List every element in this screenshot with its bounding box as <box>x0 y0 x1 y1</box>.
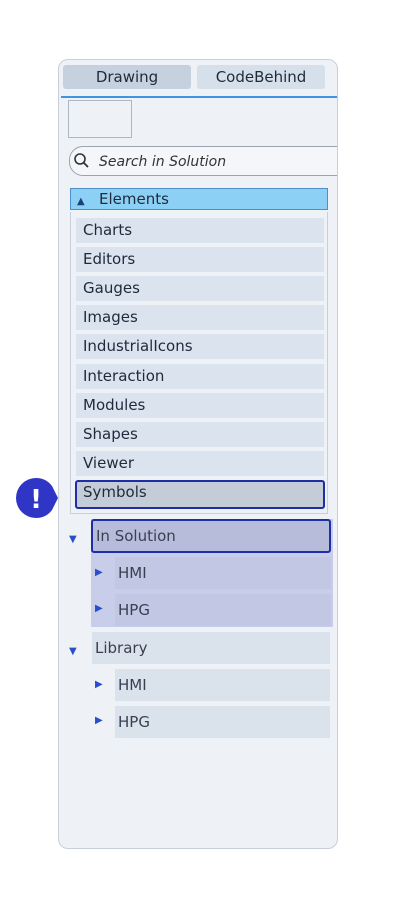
elements-list: Charts Editors Gauges Images IndustrialI… <box>70 212 328 514</box>
expand-right-icon[interactable]: ▶ <box>95 567 103 578</box>
search-icon <box>72 151 92 175</box>
expand-down-icon[interactable]: ▼ <box>69 646 77 657</box>
preview-thumbnail[interactable] <box>68 100 132 138</box>
list-item-viewer[interactable]: Viewer <box>76 451 324 476</box>
tree-item-library-hpg[interactable]: HPG <box>115 706 330 738</box>
elements-header-label: Elements <box>99 190 169 208</box>
list-item-shapes[interactable]: Shapes <box>76 422 324 447</box>
list-item-editors[interactable]: Editors <box>76 247 324 272</box>
alert-badge-glyph: ! <box>30 485 42 515</box>
expand-right-icon[interactable]: ▶ <box>95 715 103 726</box>
tree-item-in-solution-hpg[interactable]: HPG <box>115 594 331 626</box>
list-item-symbols[interactable]: Symbols <box>75 480 325 509</box>
list-item-charts[interactable]: Charts <box>76 218 324 243</box>
collapse-up-icon: ▲ <box>77 196 85 207</box>
list-item-interaction[interactable]: Interaction <box>76 364 324 389</box>
solution-explorer-panel: Drawing CodeBehind ▲ Elements Charts Edi… <box>58 59 338 849</box>
tab-underline <box>61 96 337 98</box>
tree-item-library-hmi[interactable]: HMI <box>115 669 330 701</box>
search-input[interactable] <box>97 151 337 173</box>
tab-drawing[interactable]: Drawing <box>63 65 191 89</box>
expand-right-icon[interactable]: ▶ <box>95 679 103 690</box>
search-box[interactable] <box>69 146 337 176</box>
expand-down-icon[interactable]: ▼ <box>69 534 77 545</box>
list-item-gauges[interactable]: Gauges <box>76 276 324 301</box>
elements-expander[interactable]: ▲ Elements <box>70 188 328 210</box>
tree-item-in-solution-hmi[interactable]: HMI <box>115 557 331 589</box>
list-item-modules[interactable]: Modules <box>76 393 324 418</box>
tree-item-library[interactable]: Library <box>92 632 330 664</box>
list-item-industrialicons[interactable]: IndustrialIcons <box>76 334 324 359</box>
list-item-images[interactable]: Images <box>76 305 324 330</box>
tab-codebehind[interactable]: CodeBehind <box>197 65 325 89</box>
expand-right-icon[interactable]: ▶ <box>95 603 103 614</box>
tree-item-in-solution[interactable]: In Solution <box>91 519 331 553</box>
alert-badge-icon: ! <box>14 477 58 519</box>
